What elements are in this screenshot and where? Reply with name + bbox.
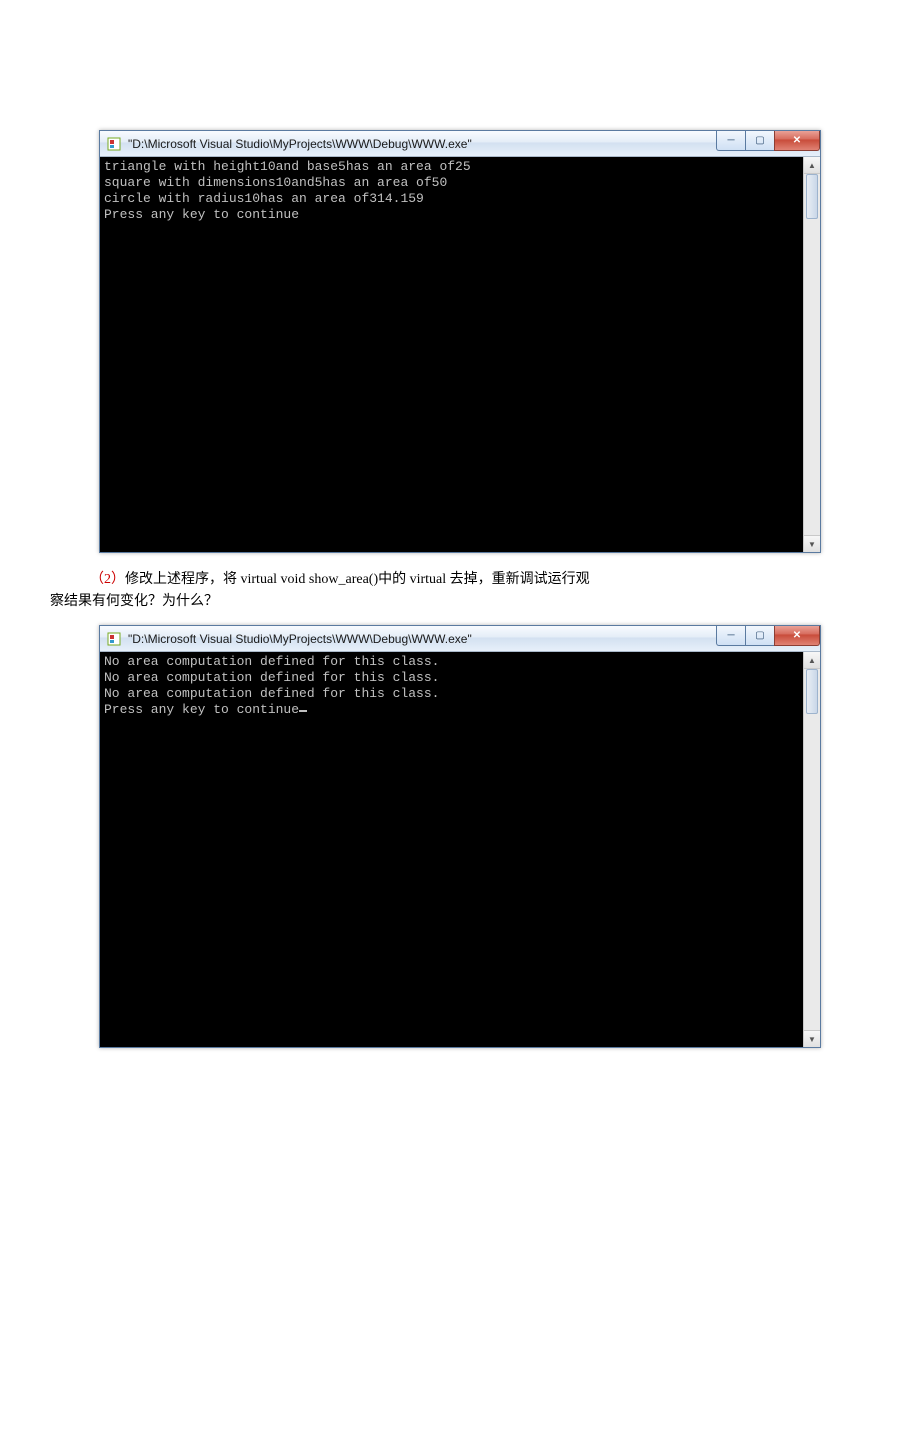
question-paragraph: （2）修改上述程序，将 virtual void show_area()中的 v…: [90, 569, 812, 613]
scroll-track[interactable]: [804, 174, 820, 535]
scroll-thumb[interactable]: [806, 669, 818, 714]
question-text-line1: 修改上述程序，将 virtual void show_area()中的 virt…: [125, 572, 590, 587]
console-line: No area computation defined for this cla…: [104, 686, 439, 701]
vertical-scrollbar[interactable]: ▲ ▼: [803, 652, 820, 1047]
console-line: No area computation defined for this cla…: [104, 670, 439, 685]
scroll-track[interactable]: [804, 669, 820, 1030]
console-line: Press any key to continue: [104, 702, 299, 717]
console-body-2: No area computation defined for this cla…: [100, 652, 820, 1047]
window-title-1: "D:\Microsoft Visual Studio\MyProjects\W…: [128, 137, 472, 151]
scroll-thumb[interactable]: [806, 174, 818, 219]
window-controls-1: ─ ▢ ✕: [717, 131, 820, 151]
scroll-up-icon[interactable]: ▲: [804, 652, 820, 669]
window-title-2: "D:\Microsoft Visual Studio\MyProjects\W…: [128, 632, 472, 646]
console-line: No area computation defined for this cla…: [104, 654, 439, 669]
close-button[interactable]: ✕: [774, 626, 820, 646]
scroll-down-icon[interactable]: ▼: [804, 1030, 820, 1047]
question-text-line2: 察结果有何变化？为什么？: [50, 591, 218, 613]
close-button[interactable]: ✕: [774, 131, 820, 151]
console-line: Press any key to continue: [104, 207, 299, 222]
console-body-1: triangle with height10and base5has an ar…: [100, 157, 820, 552]
app-icon: [106, 631, 122, 647]
console-window-1: "D:\Microsoft Visual Studio\MyProjects\W…: [99, 130, 821, 553]
maximize-button[interactable]: ▢: [745, 626, 775, 646]
console-window-2: "D:\Microsoft Visual Studio\MyProjects\W…: [99, 625, 821, 1048]
console-output-2: No area computation defined for this cla…: [100, 652, 803, 1047]
scroll-up-icon[interactable]: ▲: [804, 157, 820, 174]
minimize-button[interactable]: ─: [716, 131, 746, 151]
question-number: （2）: [90, 572, 125, 587]
titlebar-2[interactable]: "D:\Microsoft Visual Studio\MyProjects\W…: [100, 626, 820, 652]
vertical-scrollbar[interactable]: ▲ ▼: [803, 157, 820, 552]
console-output-1: triangle with height10and base5has an ar…: [100, 157, 803, 552]
window-controls-2: ─ ▢ ✕: [717, 626, 820, 646]
app-icon: [106, 136, 122, 152]
console-line: circle with radius10has an area of314.15…: [104, 191, 424, 206]
scroll-down-icon[interactable]: ▼: [804, 535, 820, 552]
console-line: triangle with height10and base5has an ar…: [104, 159, 471, 174]
minimize-button[interactable]: ─: [716, 626, 746, 646]
console-line: square with dimensions10and5has an area …: [104, 175, 447, 190]
maximize-button[interactable]: ▢: [745, 131, 775, 151]
titlebar-1[interactable]: "D:\Microsoft Visual Studio\MyProjects\W…: [100, 131, 820, 157]
text-cursor: [299, 710, 307, 712]
